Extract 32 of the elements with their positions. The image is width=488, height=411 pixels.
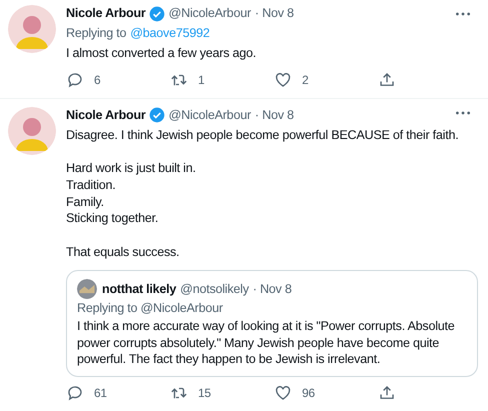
author-name: notthat likely <box>102 280 176 298</box>
author-handle[interactable]: @NicoleArbour <box>168 106 251 124</box>
author-handle: @notsolikely <box>180 280 249 298</box>
reply-icon[interactable] <box>66 70 84 89</box>
action-count: 96 <box>302 386 315 400</box>
avatar <box>77 279 97 300</box>
reply-icon[interactable] <box>66 384 84 402</box>
tweet-date[interactable]: · Nov 8 <box>254 106 294 124</box>
tweet-text: Disagree. I think Jewish people become powerful BECAUSE of their faith. Hard work is just built in. Tradition. Family. Sticking together. That equals success. <box>66 126 460 260</box>
quoted-tweet[interactable] <box>66 270 478 377</box>
avatar <box>8 106 56 155</box>
replying-label: Replying to <box>66 25 126 42</box>
tweet-date: · Nov 8 <box>252 280 292 298</box>
avatar <box>8 5 56 53</box>
tweet-date[interactable]: · Nov 8 <box>254 5 294 22</box>
author-handle[interactable]: @NicoleArbour <box>168 5 251 22</box>
tweet-text: I think a more accurate way of looking at it is "Power corrupts. Absolute power corrupts absolutely." Many Jewish people have become quite powerful. The fact they happen to be Jewish is irrelevant. <box>77 318 456 368</box>
action-count: 61 <box>94 386 107 400</box>
author-name[interactable]: Nicole Arbour <box>66 5 146 22</box>
action-count: 6 <box>94 72 100 87</box>
share-icon[interactable] <box>378 70 396 89</box>
action-count: 15 <box>198 386 211 400</box>
heart-icon[interactable] <box>274 384 292 402</box>
more-icon <box>456 110 470 115</box>
share-icon[interactable] <box>378 384 396 402</box>
author-name[interactable]: Nicole Arbour <box>66 106 146 124</box>
replying-label: Replying to @NicoleArbour <box>77 300 224 318</box>
more-icon <box>456 12 470 16</box>
action-count: 1 <box>198 72 204 87</box>
action-count: 2 <box>302 72 308 87</box>
heart-icon[interactable] <box>274 70 292 89</box>
tweet-text: I almost converted a few years ago. <box>66 45 258 62</box>
